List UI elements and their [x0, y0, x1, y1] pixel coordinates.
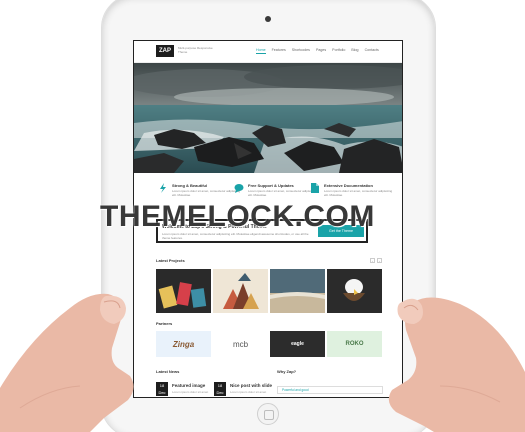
- feature-desc: Lorem ipsum dolor sit amet, consectetur …: [324, 189, 393, 197]
- news-meta: Lorem ipsum dolor sit amet: [172, 390, 209, 394]
- nav-item-pages[interactable]: Pages: [316, 48, 326, 54]
- document-icon: [311, 183, 319, 193]
- news-date: 18 Dec: [156, 382, 168, 396]
- site-logo[interactable]: ZAP: [156, 45, 174, 57]
- camera-icon: [265, 16, 271, 22]
- site-tagline: Multi-purpose Responsive Theme: [178, 46, 213, 54]
- prev-arrow-icon[interactable]: ‹: [370, 258, 375, 263]
- nav-item-contacts[interactable]: Contacts: [365, 48, 379, 54]
- hero-slider-image[interactable]: [134, 63, 403, 173]
- news-title[interactable]: Featured image: [172, 383, 205, 388]
- left-hand-image: [0, 293, 134, 432]
- partners-heading: Partners: [156, 321, 173, 326]
- project-thumb[interactable]: [327, 269, 382, 313]
- news-month: Dec: [216, 390, 224, 395]
- projects-heading: Latest Projects: [156, 258, 185, 263]
- news-heading: Latest News: [156, 369, 180, 374]
- photo-stage: ZAP Multi-purpose Responsive Theme Home …: [0, 0, 525, 432]
- news-meta: Lorem ipsum dolor sit amet: [230, 390, 267, 394]
- nav-item-portfolio[interactable]: Portfolio: [332, 48, 345, 54]
- feature-title: Strong & Beautiful: [172, 183, 208, 188]
- site-header: ZAP Multi-purpose Responsive Theme Home …: [134, 41, 402, 63]
- news-month: Dec: [158, 390, 166, 395]
- why-accordion-tab[interactable]: Powerful and good: [277, 386, 383, 394]
- project-thumb[interactable]: [156, 269, 211, 313]
- watermark-text: THEMELOCK.COM: [100, 200, 375, 233]
- main-nav: Home Features Shortcodes Pages Portfolio…: [256, 48, 379, 54]
- why-heading: Why Zap?: [277, 369, 297, 374]
- feature-title: Free Support & Updates: [248, 183, 294, 188]
- partner-logo[interactable]: eagle: [270, 331, 325, 357]
- news-date: 18 Dec: [214, 382, 226, 396]
- nav-item-blog[interactable]: Blog: [351, 48, 358, 54]
- project-thumb[interactable]: [213, 269, 268, 313]
- project-thumb[interactable]: [270, 269, 325, 313]
- partner-logo[interactable]: Zinga: [156, 331, 211, 357]
- nav-item-home[interactable]: Home: [256, 48, 266, 54]
- news-title[interactable]: Nice post with slide: [230, 383, 272, 388]
- feature-desc: Lorem ipsum dolor sit amet, consectetur …: [248, 189, 317, 197]
- right-hand-image: [388, 297, 525, 432]
- feature-desc: Lorem ipsum dolor sit amet, consectetur …: [172, 189, 241, 197]
- partner-logo[interactable]: ROKO: [327, 331, 382, 357]
- chat-icon: [234, 184, 244, 193]
- nav-item-shortcodes[interactable]: Shortcodes: [292, 48, 310, 54]
- feature-title: Extensive Documentation: [324, 183, 373, 188]
- nav-item-features[interactable]: Features: [272, 48, 286, 54]
- news-day: 18: [217, 383, 223, 388]
- partner-logo[interactable]: mcb: [213, 331, 268, 357]
- home-button[interactable]: [257, 403, 279, 425]
- bolt-icon: [160, 183, 166, 193]
- news-day: 18: [159, 383, 165, 388]
